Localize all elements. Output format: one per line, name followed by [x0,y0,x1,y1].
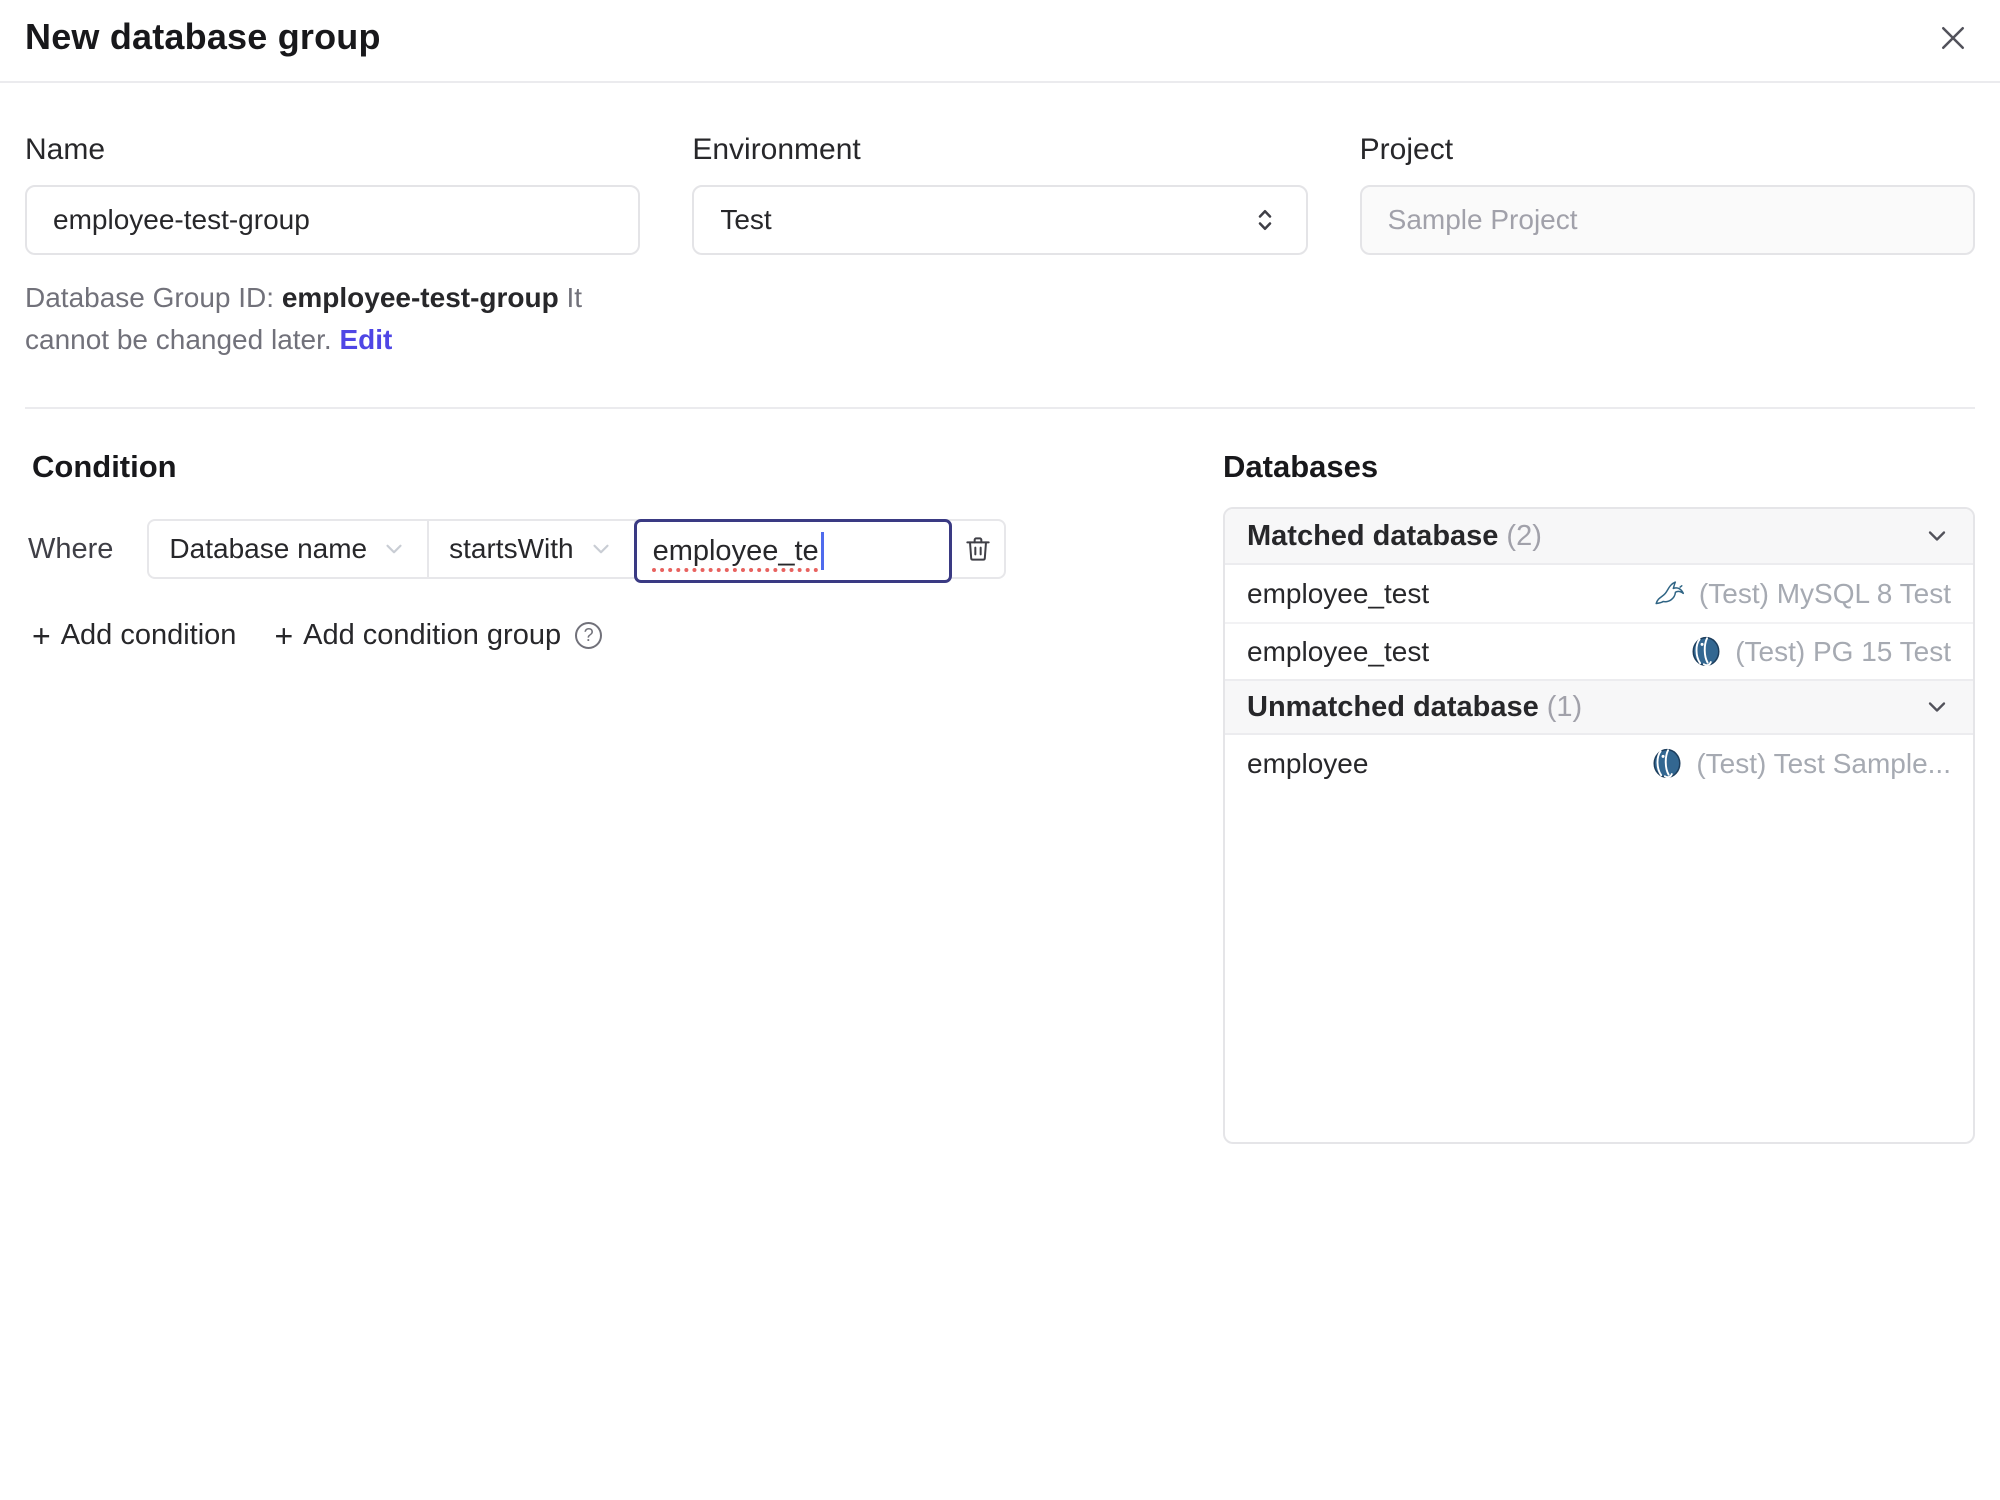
group-id-prefix: Database Group ID: [25,282,275,313]
databases-panel: Matched database (2) employee_test (Test)… [1223,507,1975,1144]
close-button[interactable] [1931,16,1975,60]
project-field: Project Sample Project [1359,133,1975,361]
unmatched-database-title: Unmatched database (1) [1247,690,1583,723]
trash-icon [965,537,990,561]
database-instance: (Test) PG 15 Test [1689,635,1951,669]
condition-actions: + Add condition + Add condition group ? [32,619,1223,652]
database-row: employee (Test) Test Sample... [1225,735,1973,792]
dialog-title: New database group [25,16,381,57]
name-field: Name Database Group ID: employee-test-gr… [25,133,641,361]
matched-database-title: Matched database (2) [1247,519,1542,552]
condition-value-input[interactable]: employee_te [633,519,952,583]
databases-heading: Databases [1223,449,1379,484]
add-condition-button[interactable]: + Add condition [32,619,236,652]
add-condition-label: Add condition [60,619,237,651]
chevron-down-icon [386,544,402,554]
environment-field: Environment Test [692,133,1308,361]
where-label: Where [28,532,114,565]
dialog-header: New database group [0,0,2000,83]
database-row: employee_test (Test) MySQL 8 Test [1225,565,1973,622]
condition-heading: Condition [32,449,177,484]
condition-group: Database name startsWith employee_te [147,519,1006,583]
environment-label: Environment [692,133,861,166]
condition-value-text: employee_te [652,534,819,567]
postgresql-icon [1653,748,1681,778]
matched-database-count: (2) [1506,519,1542,552]
chevron-down-icon [592,544,609,554]
delete-condition-button[interactable] [952,521,1004,577]
condition-operator-value: startsWith [449,533,574,564]
name-input[interactable] [25,185,641,255]
plus-icon: + [274,617,294,654]
environment-value: Test [720,204,772,235]
database-name: employee_test [1247,577,1430,609]
main-content: Condition Where Database name startsWith… [0,409,2000,1144]
databases-section: Databases Matched database (2) employee_t… [1223,449,1975,1144]
database-instance: (Test) Test Sample... [1650,747,1951,781]
chevron-down-icon [1928,702,1946,712]
name-label: Name [25,133,106,166]
database-row: employee_test (Test) PG 15 Test [1225,622,1973,679]
project-value: Sample Project [1387,204,1578,235]
project-label: Project [1359,133,1454,166]
form-grid: Name Database Group ID: employee-test-gr… [0,83,2000,361]
group-id-hint: Database Group ID: employee-test-group I… [25,277,640,361]
condition-operator-select[interactable]: startsWith [429,521,636,577]
condition-section: Condition Where Database name startsWith… [25,449,1223,652]
select-arrows-icon [1258,210,1271,230]
database-name: employee [1247,747,1369,779]
unmatched-database-count: (1) [1546,690,1583,723]
environment-select[interactable]: Test [692,185,1308,255]
plus-icon: + [32,617,51,654]
database-instance: (Test) MySQL 8 Test [1653,577,1951,611]
text-cursor [820,532,824,570]
condition-factor-select[interactable]: Database name [149,521,430,577]
group-id-value: employee-test-group [281,282,559,313]
add-condition-group-button[interactable]: + Add condition group ? [274,617,603,654]
mysql-icon [1655,580,1684,604]
database-name: employee_test [1247,635,1430,667]
help-icon[interactable]: ? [575,622,603,649]
matched-database-header[interactable]: Matched database (2) [1225,509,1973,565]
condition-factor-value: Database name [169,533,368,564]
project-select: Sample Project [1359,185,1975,255]
unmatched-database-header[interactable]: Unmatched database (1) [1225,679,1973,735]
chevron-down-icon [1928,531,1946,541]
condition-row: Where Database name startsWith employee_… [28,519,1223,583]
edit-link[interactable]: Edit [339,324,392,355]
close-icon [1941,26,1965,50]
postgresql-icon [1692,636,1720,666]
add-condition-group-label: Add condition group [303,619,562,651]
